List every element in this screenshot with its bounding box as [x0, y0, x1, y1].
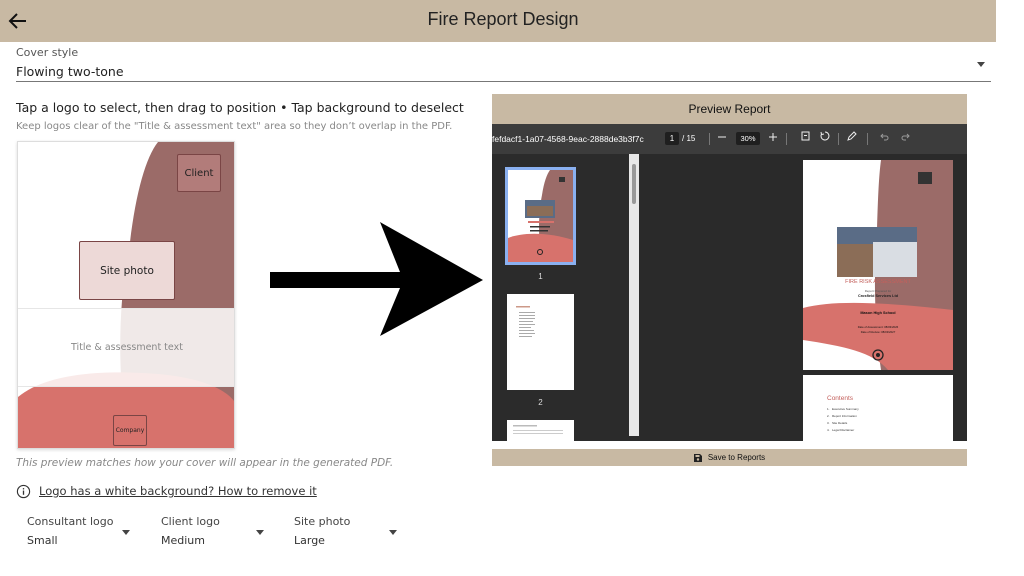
thumbnail-pane: 1 2: [492, 154, 640, 441]
pdf-contents-item: 3. Site Details: [827, 421, 848, 425]
site-photo-size-select[interactable]: Site photo Large: [294, 513, 414, 551]
company-logo-mark-icon: [872, 349, 884, 361]
consultant-logo-size-select[interactable]: Consultant logo Small: [27, 513, 147, 551]
undo-icon: [879, 133, 888, 141]
thumbnail-scrollbar[interactable]: [629, 154, 639, 436]
pdf-cover-art: [803, 160, 953, 370]
page-number-input[interactable]: 1: [665, 132, 679, 145]
consultant-logo-size-value: Small: [27, 534, 58, 547]
redo-icon: [901, 133, 910, 141]
thumbnail-contents-art: [516, 306, 535, 337]
client-logo-placeholder[interactable]: Client: [177, 154, 221, 192]
draw-icon: [847, 131, 857, 141]
cover-style-label: Cover style: [16, 46, 79, 59]
page-thumbnail-2[interactable]: [507, 294, 574, 390]
redo-button[interactable]: [898, 131, 912, 147]
instructions-text: Tap a logo to select, then drag to posit…: [16, 100, 464, 115]
back-button[interactable]: [6, 9, 30, 33]
thumbnail-page-number: 2: [538, 398, 543, 407]
help-link-row[interactable]: Logo has a white background? How to remo…: [16, 482, 317, 500]
toolbar-divider: [867, 133, 868, 145]
toolbar-divider: [838, 133, 839, 145]
zoom-out-button[interactable]: [715, 131, 729, 147]
client-logo-size-value: Medium: [161, 534, 205, 547]
back-arrow-icon: [8, 13, 26, 29]
thumbnail-text-art: [513, 425, 563, 434]
pdf-contents-item: 2. Report Information: [827, 414, 857, 418]
toolbar-divider: [786, 133, 787, 145]
pdf-page-cover: FIRE RISK ASSESSMENT Report Prepared for…: [803, 160, 953, 370]
company-logo-placeholder[interactable]: Company: [113, 415, 147, 446]
fit-page-icon: [801, 131, 809, 141]
client-logo-size-label: Client logo: [161, 515, 220, 528]
cover-style-value: Flowing two-tone: [16, 64, 124, 79]
save-to-reports-button[interactable]: Save to Reports: [492, 449, 967, 466]
thumbnail-page-number: 1: [538, 272, 543, 281]
scrollbar-thumb[interactable]: [632, 164, 636, 204]
save-to-reports-label: Save to Reports: [707, 453, 766, 462]
pdf-assessment-date: Date of Assessment: 08/03/2026: [857, 325, 899, 329]
site-photo-size-label: Site photo: [294, 515, 351, 528]
right-arrow-graphic: [270, 222, 483, 336]
consultant-logo-size-label: Consultant logo: [27, 515, 114, 528]
zoom-in-button[interactable]: [766, 131, 780, 147]
rotate-icon: [820, 131, 830, 141]
title-assessment-area: Title & assessment text: [18, 308, 234, 387]
preview-report-title: Preview Report: [492, 94, 967, 124]
client-logo-size-select[interactable]: Client logo Medium: [161, 513, 281, 551]
chevron-down-icon: [977, 62, 985, 67]
pdf-viewer-toolbar: fefdacf1-1a07-4568-9eac-2888de3b3f7c 1 /…: [492, 124, 967, 154]
pdf-page-contents: Contents 1. Executive Summary 2. Report …: [803, 375, 953, 441]
pdf-school: Mason High School: [860, 311, 896, 315]
chevron-down-icon: [389, 530, 397, 535]
document-id: fefdacf1-1a07-4568-9eac-2888de3b3f7c: [492, 134, 644, 144]
hint-text: Keep logos clear of the "Title & assessm…: [16, 121, 453, 132]
pdf-prepared-for: Report Prepared for: [864, 289, 892, 293]
minus-icon: [718, 136, 726, 138]
pdf-contents-item: 4. Legal Disclaimer: [827, 428, 855, 432]
preview-report-panel: Preview Report fefdacf1-1a07-4568-9eac-2…: [492, 94, 967, 466]
pdf-company: Crosfield Services Ltd: [857, 294, 899, 298]
plus-icon: [769, 133, 777, 141]
preview-note: This preview matches how your cover will…: [16, 457, 394, 469]
site-photo-size-value: Large: [294, 534, 325, 547]
save-icon: [693, 453, 702, 462]
remove-background-help-link[interactable]: Logo has a white background? How to remo…: [39, 484, 317, 498]
undo-button[interactable]: [877, 131, 891, 147]
page-total: / 15: [682, 134, 696, 143]
chevron-down-icon: [256, 530, 264, 535]
toolbar-divider: [709, 133, 710, 145]
app-header: Fire Report Design: [0, 0, 996, 42]
zoom-level[interactable]: 30%: [736, 132, 760, 145]
draw-button[interactable]: [845, 131, 859, 147]
pdf-contents-title: Contents: [827, 395, 854, 402]
fit-page-button[interactable]: [798, 131, 812, 147]
page-thumbnail-1[interactable]: [505, 167, 576, 265]
pdf-viewer-body[interactable]: 1 2 FIRE RISK ASSESSMENT Report Prepared…: [492, 154, 967, 441]
page-thumbnail-3[interactable]: [507, 420, 574, 441]
cover-style-select[interactable]: Flowing two-tone: [16, 60, 991, 82]
pdf-review-date: Date of Review: 08/03/2027: [860, 330, 896, 334]
cover-preview-canvas[interactable]: Client Site photo Title & assessment tex…: [17, 141, 235, 449]
rotate-button[interactable]: [818, 131, 832, 147]
pdf-report-title: FIRE RISK ASSESSMENT: [845, 279, 911, 285]
thumbnail-cover-art: [508, 170, 573, 262]
info-icon: [16, 484, 31, 498]
chevron-down-icon: [122, 530, 130, 535]
page-title: Fire Report Design: [427, 9, 579, 29]
site-photo-placeholder[interactable]: Site photo: [79, 241, 175, 300]
pdf-contents-item: 1. Executive Summary: [827, 407, 859, 411]
